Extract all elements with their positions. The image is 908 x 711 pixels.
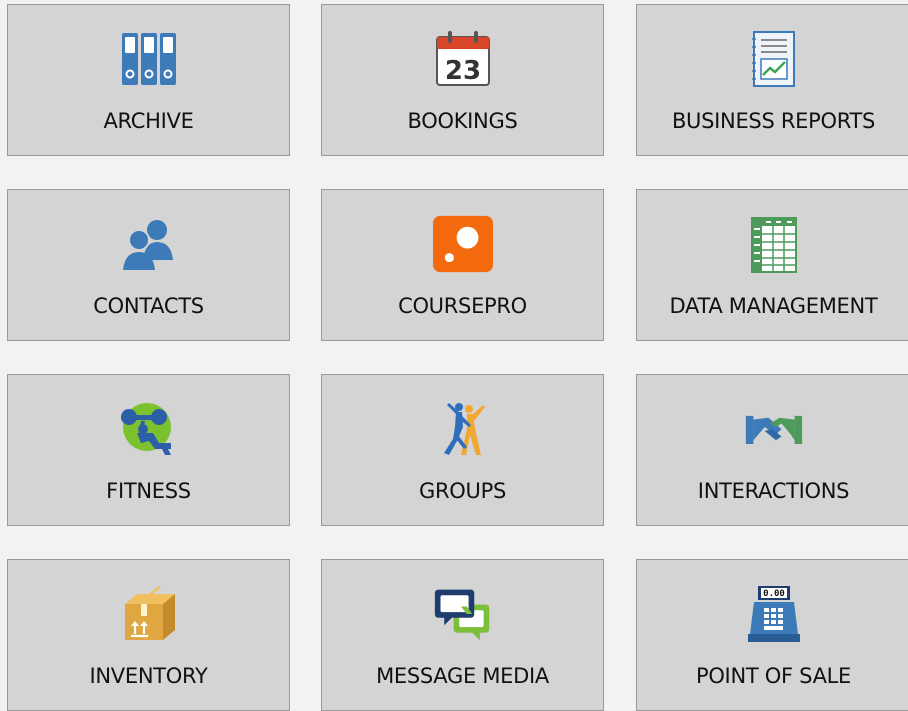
tile-label: ARCHIVE xyxy=(103,109,194,133)
calendar-date: 23 xyxy=(444,56,480,86)
people-icon xyxy=(119,214,179,274)
register-display: 0.00 xyxy=(763,589,785,599)
report-chart-icon xyxy=(744,29,804,89)
tile-coursepro[interactable]: COURSEPRO xyxy=(321,189,604,341)
tile-label: FITNESS xyxy=(106,479,191,503)
tile-inventory[interactable]: INVENTORY xyxy=(7,559,290,711)
tile-contacts[interactable]: CONTACTS xyxy=(7,189,290,341)
tile-bookings[interactable]: 23 BOOKINGS xyxy=(321,4,604,156)
spreadsheet-icon xyxy=(744,214,804,274)
tile-interactions[interactable]: INTERACTIONS xyxy=(636,374,908,526)
binders-icon xyxy=(119,29,179,89)
tile-label: DATA MANAGEMENT xyxy=(669,294,878,318)
tile-label: INVENTORY xyxy=(89,664,208,688)
calendar-icon: 23 xyxy=(433,29,493,89)
tile-data-management[interactable]: DATA MANAGEMENT xyxy=(636,189,908,341)
tile-label: BOOKINGS xyxy=(407,109,518,133)
handshake-icon xyxy=(744,399,804,459)
tile-label: COURSEPRO xyxy=(398,294,527,318)
tile-message-media[interactable]: MESSAGE MEDIA xyxy=(321,559,604,711)
tile-groups[interactable]: GROUPS xyxy=(321,374,604,526)
weightlifter-icon xyxy=(119,399,179,459)
tile-point-of-sale[interactable]: 0.00 POINT OF SALE xyxy=(636,559,908,711)
package-box-icon xyxy=(119,584,179,644)
chat-bubbles-icon xyxy=(433,584,493,644)
dancers-icon xyxy=(433,399,493,459)
tile-archive[interactable]: ARCHIVE xyxy=(7,4,290,156)
tile-label: GROUPS xyxy=(419,479,506,503)
tile-label: MESSAGE MEDIA xyxy=(376,664,549,688)
coursepro-logo-icon xyxy=(432,214,493,274)
cash-register-icon: 0.00 xyxy=(744,584,804,644)
tile-business-reports[interactable]: BUSINESS REPORTS xyxy=(636,4,908,156)
tile-fitness[interactable]: FITNESS xyxy=(7,374,290,526)
tile-label: POINT OF SALE xyxy=(695,664,852,688)
tile-label: INTERACTIONS xyxy=(697,479,850,503)
tile-label: CONTACTS xyxy=(93,294,204,318)
tile-label: BUSINESS REPORTS xyxy=(671,109,876,133)
